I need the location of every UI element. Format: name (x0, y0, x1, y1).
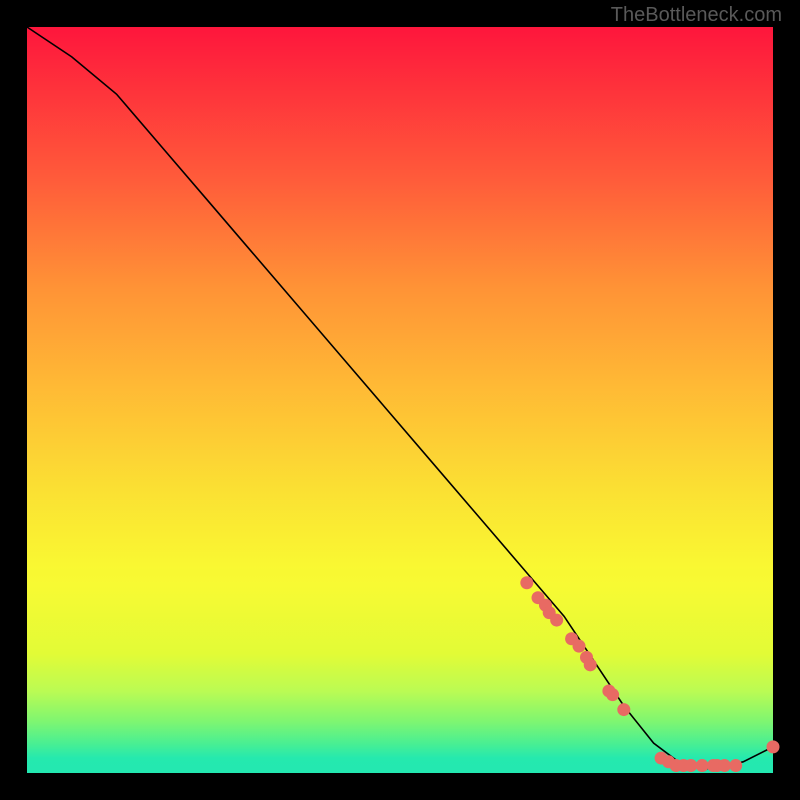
curve-line (27, 27, 773, 769)
data-marker (767, 740, 780, 753)
data-marker (696, 759, 709, 772)
data-marker (584, 658, 597, 671)
watermark-label: TheBottleneck.com (611, 4, 782, 27)
chart-container: TheBottleneck.com (0, 0, 800, 800)
chart-svg (27, 27, 773, 773)
marker-group (520, 576, 779, 772)
data-marker (573, 640, 586, 653)
data-marker (550, 614, 563, 627)
data-marker (718, 759, 731, 772)
data-marker (520, 576, 533, 589)
data-marker (684, 759, 697, 772)
data-marker (606, 688, 619, 701)
data-marker (617, 703, 630, 716)
data-marker (729, 759, 742, 772)
